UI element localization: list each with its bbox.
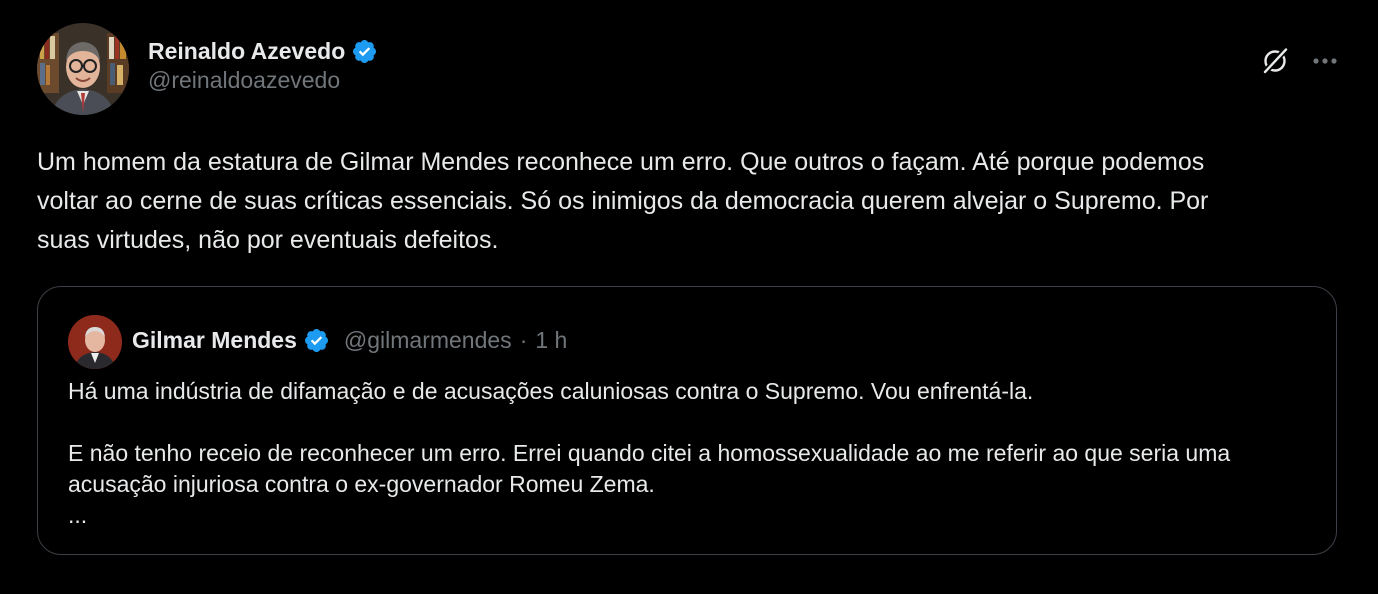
quoted-paragraph-2-line-1: E não tenho receio de reconhecer um erro…: [68, 440, 1231, 466]
quoted-author-avatar[interactable]: [68, 315, 122, 369]
quoted-author-handle[interactable]: @gilmarmendes: [344, 327, 512, 354]
verified-badge-icon: [351, 38, 378, 65]
quoted-ellipsis: ...: [68, 502, 88, 528]
author-avatar-image: [37, 23, 129, 115]
quoted-paragraph-2-line-2: acusação injuriosa contra o ex-governado…: [68, 471, 655, 497]
tweet: Reinaldo Azevedo @reinaldoazevedo Um hom…: [0, 0, 1378, 594]
author-name[interactable]: Reinaldo Azevedo: [148, 38, 345, 65]
quoted-paragraph-1: Há uma indústria de difamação e de acusa…: [68, 378, 1034, 404]
author-avatar[interactable]: [37, 23, 129, 115]
quoted-tweet[interactable]: Gilmar Mendes @gilmarmendes · 1 h Há uma…: [37, 286, 1337, 555]
verified-badge-icon: [303, 327, 330, 354]
more-icon: [1313, 58, 1337, 64]
author-name-row: Reinaldo Azevedo: [148, 36, 378, 66]
tweet-text: Um homem da estatura de Gilmar Mendes re…: [37, 148, 1209, 254]
author-handle[interactable]: @reinaldoazevedo: [148, 67, 340, 94]
more-options-button[interactable]: [1308, 44, 1342, 78]
quoted-tweet-text: Há uma indústria de difamação e de acusa…: [68, 376, 1318, 531]
quoted-timestamp[interactable]: 1 h: [535, 327, 567, 354]
grok-button[interactable]: [1258, 44, 1292, 78]
separator-dot: ·: [519, 326, 528, 353]
quoted-author-name[interactable]: Gilmar Mendes: [132, 327, 297, 354]
grok-icon: [1262, 47, 1288, 75]
quoted-header: Gilmar Mendes @gilmarmendes · 1 h: [132, 325, 567, 355]
quoted-author-avatar-image: [68, 315, 122, 369]
